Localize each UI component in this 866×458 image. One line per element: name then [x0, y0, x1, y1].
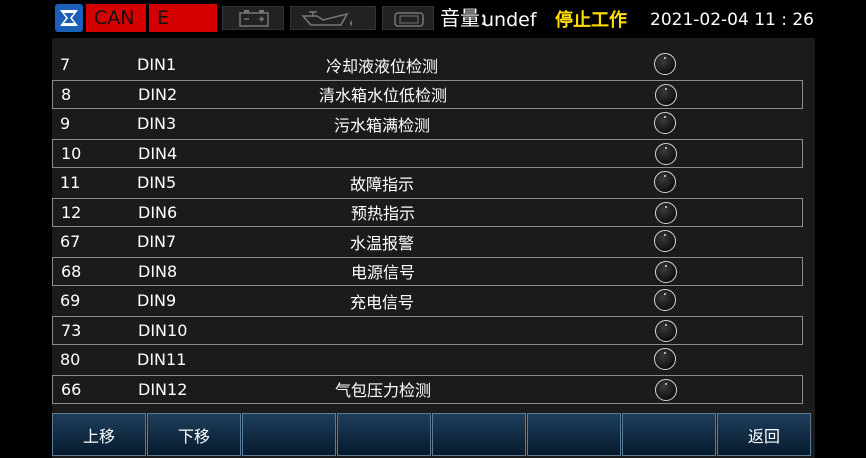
row-number: 8	[61, 84, 72, 104]
row-number: 73	[61, 320, 82, 340]
work-state: 停止工作	[555, 10, 627, 31]
table-row: 69 DIN9 充电信号	[52, 286, 803, 316]
oil-pressure-icon	[290, 6, 376, 30]
din-channel: DIN3	[137, 114, 177, 134]
table-row: 7 DIN1 冷却液液位检测	[52, 50, 803, 80]
table-row: 9 DIN3 污水箱满检测	[52, 109, 803, 139]
status-lamp-icon	[654, 348, 676, 370]
din-channel: DIN5	[137, 173, 177, 193]
status-lamp-icon	[655, 201, 677, 224]
charging-icon	[382, 6, 434, 30]
din-channel: DIN11	[137, 350, 187, 370]
row-number: 7	[60, 55, 71, 75]
softkey-3[interactable]	[242, 413, 336, 456]
din-channel: DIN10	[138, 320, 188, 340]
move-up-button[interactable]: 上移	[52, 413, 146, 456]
status-lamp-icon	[654, 289, 676, 311]
table-row: 67 DIN7 水温报警	[52, 227, 803, 257]
din-channel: DIN7	[137, 232, 177, 252]
table-row: 8 DIN2 清水箱水位低检测	[52, 79, 803, 109]
din-channel: DIN8	[138, 261, 178, 281]
status-lamp-icon	[655, 378, 677, 401]
din-description: 污水箱满检测	[333, 115, 430, 135]
din-description: 水温报警	[349, 233, 414, 253]
row-number: 80	[60, 350, 81, 370]
screen-frame: CAN E 音量: undef 停止工作 2021-02-04 11: 26 …	[52, 0, 815, 458]
status-lamp-icon	[654, 112, 676, 134]
din-channel: DIN6	[138, 202, 178, 222]
status-lamp-icon	[654, 53, 676, 75]
status-lamp-icon	[654, 171, 676, 193]
row-number: 69	[60, 291, 81, 311]
din-description: 预热指示	[350, 204, 415, 224]
status-lamp-icon	[655, 319, 677, 342]
move-down-button[interactable]: 下移	[147, 413, 241, 456]
din-description	[253, 140, 513, 168]
row-number: 9	[60, 114, 71, 134]
e-indicator: E	[149, 4, 217, 32]
row-number: 10	[61, 143, 82, 163]
softkey-4[interactable]	[337, 413, 431, 456]
table-row: 10 DIN4	[52, 138, 803, 168]
table-row: 11 DIN5 故障指示	[52, 168, 803, 198]
row-number: 68	[61, 261, 82, 281]
din-channel: DIN9	[137, 291, 177, 311]
din-channel: DIN4	[138, 143, 178, 163]
din-description	[253, 317, 513, 345]
din-table: 7 DIN1 冷却液液位检测 8 DIN2 清水箱水位低检测 9 DIN3 污水…	[52, 50, 803, 404]
e-label: E	[157, 7, 170, 29]
battery-icon	[222, 6, 284, 30]
status-bar: CAN E 音量: undef 停止工作 2021-02-04 11: 26	[52, 0, 815, 38]
status-lamp-icon	[655, 260, 677, 283]
table-row: 80 DIN11	[52, 345, 803, 375]
logo-icon	[55, 4, 83, 32]
din-description: 气包压力检测	[334, 381, 431, 401]
row-number: 66	[61, 379, 82, 399]
din-channel: DIN12	[138, 379, 188, 399]
status-lamp-icon	[655, 83, 677, 106]
back-button[interactable]: 返回	[717, 413, 811, 456]
can-label: CAN	[94, 7, 135, 29]
status-lamp-icon	[654, 230, 676, 252]
can-indicator: CAN	[86, 4, 146, 32]
row-number: 67	[60, 232, 81, 252]
volume-value: undef	[482, 9, 537, 31]
din-description: 冷却液液位检测	[325, 56, 438, 76]
din-channel: DIN2	[138, 84, 178, 104]
status-lamp-icon	[655, 142, 677, 165]
softkey-6[interactable]	[527, 413, 621, 456]
datetime: 2021-02-04 11 : 26	[650, 10, 814, 30]
row-number: 11	[60, 173, 81, 193]
softkey-5[interactable]	[432, 413, 526, 456]
table-row: 66 DIN12 气包压力检测	[52, 374, 803, 404]
volume-label: 音量:	[440, 6, 487, 30]
row-number: 12	[61, 202, 82, 222]
softkey-7[interactable]	[622, 413, 716, 456]
din-description: 故障指示	[349, 174, 414, 194]
table-row: 68 DIN8 电源信号	[52, 256, 803, 286]
table-row: 12 DIN6 预热指示	[52, 197, 803, 227]
din-description: 电源信号	[350, 263, 415, 283]
din-description: 充电信号	[349, 292, 414, 312]
softkey-bar: 上移 下移 返回	[52, 413, 815, 458]
din-description: 清水箱水位低检测	[318, 86, 447, 106]
din-channel: DIN1	[137, 55, 177, 75]
table-row: 73 DIN10	[52, 315, 803, 345]
din-description	[252, 345, 512, 375]
